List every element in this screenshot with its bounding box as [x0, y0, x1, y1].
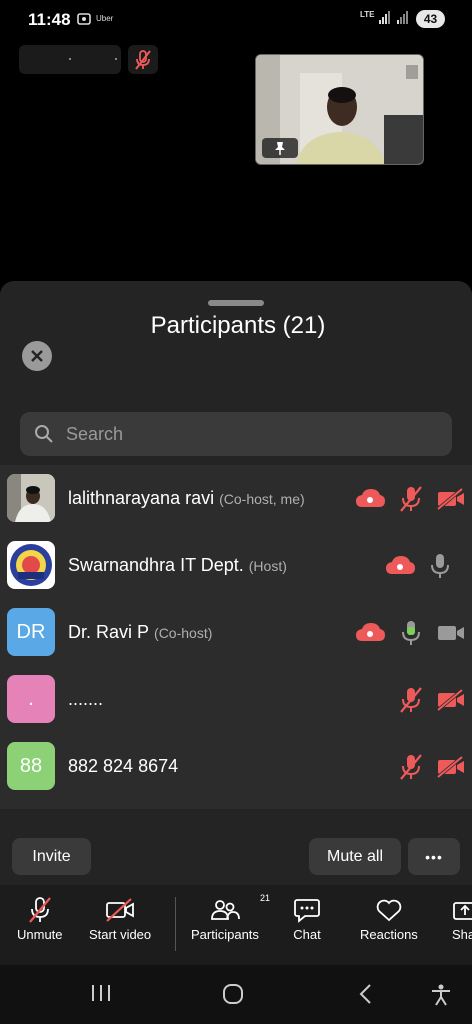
mic-on-icon[interactable] [424, 550, 456, 582]
more-options-button[interactable]: ••• [408, 838, 460, 875]
participant-row[interactable]: Swarnandhra IT Dept. (Host) [0, 532, 472, 599]
speaker-name-pill [19, 45, 121, 74]
participant-name-text: Dr. Ravi P [68, 622, 150, 642]
pill-dot [69, 58, 71, 60]
avatar: DR [7, 608, 55, 656]
heart-icon [376, 899, 402, 922]
unmute-label: Unmute [17, 927, 63, 942]
accessibility-icon [432, 984, 450, 1006]
video-off-icon[interactable] [435, 483, 467, 515]
system-nav-bar [0, 965, 472, 1024]
mic-muted-icon[interactable] [395, 483, 427, 515]
battery-indicator: 43 [416, 10, 445, 28]
reactions-button[interactable]: Reactions [360, 895, 418, 942]
self-video-tile[interactable] [255, 54, 424, 165]
screen-record-icon [77, 13, 91, 25]
share-button[interactable]: Share [452, 895, 472, 942]
participant-role: (Co-host, me) [219, 491, 305, 507]
participant-name: Swarnandhra IT Dept. (Host) [68, 555, 287, 576]
share-label: Share [452, 927, 472, 942]
participant-role: (Co-host) [154, 625, 213, 641]
avatar: . [7, 675, 55, 723]
cloud-recording-icon [384, 550, 416, 582]
avatar: 88 [7, 742, 55, 790]
participant-row[interactable] [0, 800, 472, 809]
participants-button[interactable]: 21 Participants [191, 893, 270, 942]
cloud-recording-icon [354, 483, 386, 515]
participant-name-text: 882 824 8674 [68, 756, 179, 776]
status-time: 11:48 [28, 10, 71, 29]
pin-button[interactable] [262, 138, 298, 158]
mic-muted-icon[interactable] [395, 751, 427, 783]
recents-icon [92, 985, 110, 1001]
college-logo [10, 544, 52, 586]
mic-muted-icon [28, 897, 51, 923]
search-input[interactable] [66, 412, 436, 456]
mic-speaking-icon[interactable] [395, 617, 427, 649]
avatar [7, 541, 55, 589]
participant-name: 882 824 8674 [68, 756, 178, 777]
share-icon [453, 902, 472, 920]
participant-row[interactable]: lalithnarayana ravi (Co-host, me) [0, 465, 472, 532]
video-off-icon[interactable] [435, 684, 467, 716]
search-box[interactable] [20, 412, 452, 456]
lte-indicator: LTE [360, 10, 375, 19]
video-off-icon [106, 898, 134, 922]
participant-name: ....... [68, 689, 103, 710]
participant-name-text: Swarnandhra IT Dept. [68, 555, 244, 575]
video-on-icon[interactable] [435, 617, 467, 649]
unmute-button[interactable]: Unmute [17, 895, 63, 942]
speaker-mic-muted [128, 45, 158, 74]
video-off-icon[interactable] [435, 751, 467, 783]
invite-button[interactable]: Invite [12, 838, 91, 875]
participant-name: Dr. Ravi P (Co-host) [68, 622, 212, 643]
chat-button[interactable]: Chat [293, 895, 321, 942]
close-button[interactable] [22, 341, 52, 371]
cloud-recording-icon [354, 617, 386, 649]
pin-icon [275, 142, 285, 155]
participants-icon [211, 900, 240, 920]
avatar-photo [7, 474, 55, 522]
participant-name-text: ....... [68, 689, 104, 709]
participant-row[interactable]: DR Dr. Ravi P (Co-host) [0, 599, 472, 666]
search-icon [35, 425, 53, 443]
close-icon [31, 350, 43, 362]
participant-row[interactable]: 88 882 824 8674 [0, 733, 472, 800]
panel-title: Participants (21) [150, 312, 326, 339]
uber-icon: Uber [96, 14, 114, 23]
avatar [7, 474, 55, 522]
start-video-button[interactable]: Start video [89, 895, 151, 942]
participants-count-badge: 21 [259, 893, 270, 903]
chat-label: Chat [293, 927, 321, 942]
participants-list[interactable]: lalithnarayana ravi (Co-host, me) Swarnan… [0, 465, 472, 809]
participant-row[interactable]: . ....... [0, 666, 472, 733]
toolbar-separator [175, 897, 176, 951]
home-icon [223, 984, 243, 1004]
meeting-toolbar: Unmute Start video 21 Participants Chat … [0, 885, 472, 965]
participants-label: Participants [191, 927, 259, 942]
start-video-label: Start video [89, 927, 152, 942]
chat-icon [294, 899, 320, 923]
home-button[interactable] [222, 983, 244, 1005]
accessibility-button[interactable] [430, 983, 452, 1007]
participant-name-text: lalithnarayana ravi [68, 488, 215, 508]
participant-name: lalithnarayana ravi (Co-host, me) [68, 488, 305, 509]
recents-button[interactable] [90, 983, 112, 1003]
drag-handle[interactable] [208, 300, 264, 306]
back-icon [359, 984, 371, 1004]
status-bar: 11:48 Uber LTE 43 [0, 0, 472, 36]
mic-muted-icon [135, 49, 151, 70]
participants-panel: Participants (21) lalithnarayana ravi(Co… [0, 281, 472, 885]
pill-dot [115, 58, 117, 60]
participant-role: (Host) [248, 558, 287, 574]
back-button[interactable] [356, 983, 376, 1005]
mute-all-button[interactable]: Mute all [309, 838, 401, 875]
mic-muted-icon[interactable] [395, 684, 427, 716]
signal-icon [379, 11, 408, 24]
reactions-label: Reactions [360, 927, 418, 942]
